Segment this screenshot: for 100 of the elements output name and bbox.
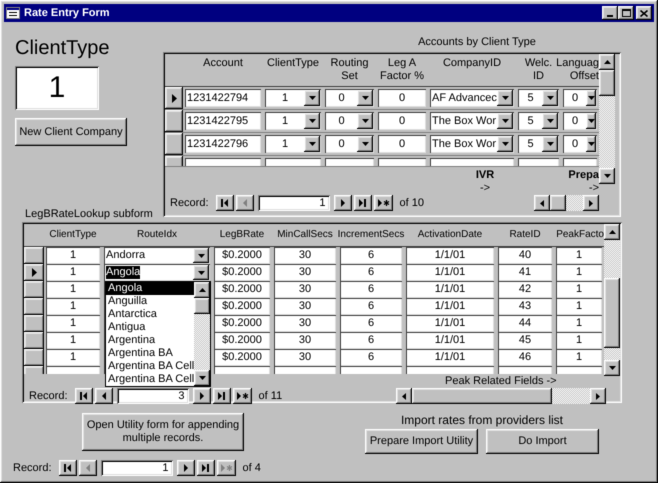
previous-record-button[interactable] — [94, 388, 113, 404]
record-selector[interactable] — [165, 133, 183, 155]
dropdown-option[interactable]: Anguilla — [106, 295, 194, 308]
dropdown-button[interactable] — [304, 136, 320, 152]
text-field[interactable]: 30 — [274, 264, 336, 281]
scroll-thumb[interactable] — [599, 70, 615, 96]
text-field[interactable]: 46 — [498, 349, 552, 366]
scroll-down-button[interactable] — [599, 168, 615, 184]
text-field[interactable]: 1/1/01 — [406, 264, 494, 281]
dropdown-button[interactable] — [357, 136, 373, 152]
dropdown-button[interactable] — [304, 90, 320, 106]
dropdown-button[interactable] — [497, 136, 513, 152]
text-field[interactable]: 1 — [46, 315, 100, 332]
dropdown-button[interactable] — [542, 90, 558, 106]
dropdown-button[interactable] — [586, 90, 596, 106]
scroll-up-button[interactable] — [604, 224, 620, 240]
client-type-field[interactable]: 1 — [15, 66, 99, 110]
text-field[interactable]: $0.2000 — [214, 349, 270, 366]
first-record-button[interactable] — [74, 388, 93, 404]
next-record-button[interactable] — [176, 460, 195, 476]
text-field[interactable]: 1 — [46, 281, 100, 298]
text-field[interactable]: 30 — [274, 349, 336, 366]
scroll-thumb[interactable] — [412, 388, 552, 404]
new-client-company-button[interactable]: New Client Company — [15, 118, 127, 146]
combo-box[interactable]: 0 — [325, 112, 374, 130]
text-field[interactable]: 1/1/01 — [406, 315, 494, 332]
text-field[interactable]: 1231422795 — [185, 112, 261, 130]
text-field[interactable]: 1231422796 — [185, 135, 261, 153]
text-field[interactable]: 30 — [274, 315, 336, 332]
text-field[interactable]: 1 — [46, 264, 100, 281]
open-utility-button[interactable]: Open Utility form for appending multiple records. — [82, 413, 244, 451]
text-field[interactable]: 1/1/01 — [406, 349, 494, 366]
text-field[interactable]: 1/1/01 — [406, 281, 494, 298]
dropdown-button[interactable] — [542, 113, 558, 129]
text-field[interactable]: 6 — [340, 332, 402, 349]
combo-box[interactable]: 0 — [325, 135, 374, 153]
text-field[interactable]: 6 — [340, 281, 402, 298]
last-record-button[interactable] — [354, 195, 372, 211]
text-field[interactable]: 1/1/01 — [406, 298, 494, 315]
dropdown-button[interactable] — [193, 248, 209, 263]
dropdown-button[interactable] — [357, 90, 373, 106]
text-field[interactable]: $0.2000 — [214, 298, 270, 315]
last-record-button[interactable] — [212, 388, 231, 404]
scroll-down-button[interactable] — [604, 360, 620, 376]
text-field[interactable]: 1 — [556, 281, 602, 298]
combo-box[interactable]: 0 — [325, 89, 374, 107]
record-selector[interactable] — [24, 264, 44, 281]
text-field[interactable]: 0 — [378, 89, 426, 107]
scroll-left-button[interactable] — [396, 388, 412, 404]
last-record-button[interactable] — [196, 460, 215, 476]
text-field[interactable]: 1 — [46, 332, 100, 349]
scroll-down-button[interactable] — [194, 370, 210, 386]
text-field[interactable]: 1231422794 — [185, 89, 261, 107]
dropdown-button[interactable] — [542, 136, 558, 152]
combo-box[interactable]: 1 — [265, 135, 321, 153]
text-field[interactable]: 1 — [556, 247, 602, 264]
combo-box[interactable]: 0 — [563, 135, 597, 153]
combo-box[interactable]: The Box Wor — [430, 112, 514, 130]
combo-box[interactable]: AF Advancec — [430, 89, 514, 107]
combo-box[interactable]: 5 — [518, 112, 559, 130]
dropdown-list[interactable]: Angola Anguilla Antarctica Antigua Argentina Argentina BA Argentina BA Cell Argentina BA Cell — [105, 281, 211, 387]
record-selector[interactable] — [24, 332, 44, 349]
dropdown-option[interactable]: Angola — [106, 282, 194, 295]
dropdown-button[interactable] — [586, 136, 596, 152]
text-field[interactable]: 0 — [378, 112, 426, 130]
do-import-button[interactable]: Do Import — [486, 429, 599, 454]
scroll-up-button[interactable] — [599, 54, 615, 70]
first-record-button[interactable] — [58, 460, 77, 476]
text-field[interactable]: 1 — [46, 349, 100, 366]
dropdown-option[interactable]: Argentina — [106, 334, 194, 347]
text-field[interactable]: $0.2000 — [214, 264, 270, 281]
text-field[interactable]: 1/1/01 — [406, 247, 494, 264]
record-selector[interactable] — [24, 315, 44, 332]
maximize-button[interactable] — [618, 6, 634, 20]
text-field[interactable]: $0.2000 — [214, 247, 270, 264]
next-record-button[interactable] — [334, 195, 352, 211]
text-field[interactable]: 6 — [340, 247, 402, 264]
scroll-left-button[interactable] — [534, 195, 550, 211]
combo-box[interactable]: The Box Wor — [430, 135, 514, 153]
text-field[interactable]: 1 — [556, 349, 602, 366]
text-field[interactable]: 6 — [340, 315, 402, 332]
dropdown-option[interactable]: Antarctica — [106, 308, 194, 321]
record-selector[interactable] — [24, 281, 44, 298]
record-selector[interactable] — [24, 349, 44, 366]
scroll-thumb[interactable] — [550, 195, 566, 211]
text-field[interactable]: 6 — [340, 264, 402, 281]
first-record-button[interactable] — [216, 195, 234, 211]
dropdown-button[interactable] — [357, 113, 373, 129]
text-field[interactable]: 1 — [556, 315, 602, 332]
text-field[interactable]: 30 — [274, 247, 336, 264]
text-field[interactable]: $0.2000 — [214, 315, 270, 332]
close-button[interactable] — [636, 6, 652, 20]
text-field[interactable]: 30 — [274, 332, 336, 349]
text-field[interactable]: 1 — [556, 298, 602, 315]
record-selector[interactable] — [24, 247, 44, 264]
combo-box[interactable]: 1 — [265, 89, 321, 107]
combo-box[interactable]: 5 — [518, 89, 559, 107]
scroll-thumb[interactable] — [194, 298, 210, 314]
dropdown-button[interactable] — [586, 113, 596, 129]
dropdown-option[interactable]: Argentina BA Cell — [106, 373, 194, 386]
